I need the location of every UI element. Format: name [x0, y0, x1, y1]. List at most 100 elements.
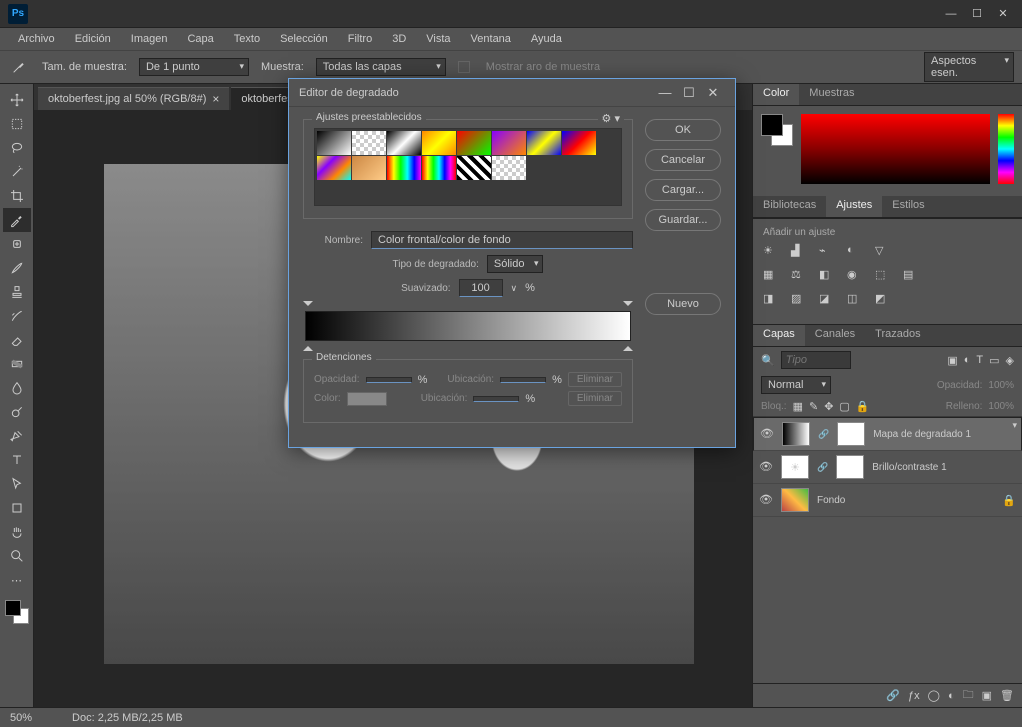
gradient-map-icon[interactable]: ◫	[847, 292, 865, 308]
filter-adj-icon[interactable]: ◐	[964, 354, 971, 367]
layer-filter-input[interactable]	[781, 351, 851, 369]
link-layers-icon[interactable]: 🔗	[886, 689, 900, 702]
preset-swatch[interactable]	[457, 156, 491, 180]
color-tab[interactable]: Color	[753, 84, 799, 105]
filter-image-icon[interactable]: ▣	[947, 354, 957, 367]
preset-swatch[interactable]	[352, 131, 386, 155]
preset-swatch[interactable]	[527, 131, 561, 155]
lock-brush-icon[interactable]: ✎	[809, 400, 818, 413]
color-stop[interactable]	[303, 341, 313, 351]
preset-swatch[interactable]	[387, 156, 421, 180]
menu-imagen[interactable]: Imagen	[121, 31, 178, 47]
new-button[interactable]: Nuevo	[645, 293, 721, 315]
mask-thumb[interactable]	[837, 422, 865, 446]
minimize-button[interactable]: —	[940, 5, 962, 23]
crop-tool[interactable]	[3, 184, 31, 208]
gradient-bar[interactable]	[305, 311, 631, 341]
menu-edicion[interactable]: Edición	[65, 31, 121, 47]
visibility-icon[interactable]: 👁	[760, 427, 774, 441]
group-icon[interactable]: 🗀	[963, 686, 974, 705]
posterize-icon[interactable]: ▨	[791, 292, 809, 308]
lock-pixels-icon[interactable]: ▦	[793, 400, 803, 413]
balance-icon[interactable]: ⚖	[791, 268, 809, 284]
document-tab[interactable]: oktoberfest.jpg al 50% (RGB/8#)×	[38, 87, 229, 110]
menu-archivo[interactable]: Archivo	[8, 31, 65, 47]
wand-tool[interactable]	[3, 160, 31, 184]
link-icon[interactable]: 🔗	[817, 462, 828, 473]
mask-icon[interactable]: ◯	[928, 689, 940, 702]
name-input[interactable]: Color frontal/color de fondo	[371, 231, 633, 249]
preset-swatch[interactable]	[387, 131, 421, 155]
preset-swatch[interactable]	[492, 131, 526, 155]
menu-vista[interactable]: Vista	[416, 31, 460, 47]
color-swatch[interactable]	[761, 114, 793, 146]
muestra-select[interactable]: Todas las capas	[316, 58, 446, 76]
filter-smart-icon[interactable]: ◈	[1006, 354, 1014, 367]
history-brush-tool[interactable]	[3, 304, 31, 328]
layer-name[interactable]: Fondo	[817, 495, 994, 506]
marquee-tool[interactable]	[3, 112, 31, 136]
cancel-button[interactable]: Cancelar	[645, 149, 721, 171]
visibility-icon[interactable]: 👁	[759, 493, 773, 507]
doc-size[interactable]: Doc: 2,25 MB/2,25 MB	[72, 712, 183, 724]
lut-icon[interactable]: ▤	[903, 268, 921, 284]
eraser-tool[interactable]	[3, 328, 31, 352]
ring-checkbox[interactable]	[458, 61, 470, 73]
presets-menu-icon[interactable]: ⚙ ▾	[598, 112, 624, 125]
mask-thumb[interactable]	[836, 455, 864, 479]
new-layer-icon[interactable]: ▣	[982, 689, 992, 702]
shape-tool[interactable]	[3, 496, 31, 520]
layer-row[interactable]: 👁 ☀ 🔗 Brillo/contraste 1	[753, 451, 1022, 484]
hue-icon[interactable]: ▦	[763, 268, 781, 284]
libraries-tab[interactable]: Bibliotecas	[753, 196, 826, 217]
hand-tool[interactable]	[3, 520, 31, 544]
color-swatches[interactable]	[3, 598, 31, 626]
pen-tool[interactable]	[3, 424, 31, 448]
vibrance-icon[interactable]: ▽	[875, 244, 893, 260]
preset-swatch[interactable]	[562, 131, 596, 155]
layer-row[interactable]: 👁 Fondo 🔒	[753, 484, 1022, 517]
remove-button[interactable]: Eliminar	[568, 372, 622, 387]
lock-move-icon[interactable]: ✥	[824, 400, 833, 413]
close-button[interactable]: ✕	[992, 5, 1014, 23]
dodge-tool[interactable]	[3, 400, 31, 424]
sample-size-select[interactable]: De 1 punto	[139, 58, 249, 76]
fx-icon[interactable]: ƒx	[908, 690, 920, 702]
lock-artboard-icon[interactable]: ▢	[839, 400, 849, 413]
threshold-icon[interactable]: ◪	[819, 292, 837, 308]
preset-swatch[interactable]	[317, 156, 351, 180]
location-input[interactable]	[473, 396, 519, 402]
preset-swatch[interactable]	[422, 156, 456, 180]
color-stop[interactable]	[623, 341, 633, 351]
type-tool[interactable]	[3, 448, 31, 472]
edit-toolbar[interactable]: ⋯	[3, 568, 31, 592]
load-button[interactable]: Cargar...	[645, 179, 721, 201]
opacity-input[interactable]	[366, 377, 412, 383]
photo-filter-icon[interactable]: ◉	[847, 268, 865, 284]
zoom-tool[interactable]	[3, 544, 31, 568]
brightness-icon[interactable]: ☀	[763, 244, 781, 260]
link-icon[interactable]: 🔗	[818, 429, 829, 440]
dialog-minimize-button[interactable]: —	[653, 85, 677, 100]
channels-tab[interactable]: Canales	[805, 325, 865, 346]
bw-icon[interactable]: ◧	[819, 268, 837, 284]
menu-filtro[interactable]: Filtro	[338, 31, 382, 47]
preset-swatch[interactable]	[352, 156, 386, 180]
type-select[interactable]: Sólido	[487, 255, 544, 273]
adjustments-tab[interactable]: Ajustes	[826, 196, 882, 217]
preset-swatch[interactable]	[317, 131, 351, 155]
blend-mode-select[interactable]: Normal	[761, 376, 831, 394]
lasso-tool[interactable]	[3, 136, 31, 160]
opacity-stop[interactable]	[303, 301, 313, 311]
fill-value[interactable]: 100%	[988, 401, 1014, 412]
tool-indicator-icon[interactable]	[8, 56, 30, 78]
layer-thumb[interactable]	[782, 422, 810, 446]
layer-thumb[interactable]	[781, 488, 809, 512]
filter-type-icon[interactable]: T	[976, 354, 983, 367]
location-input[interactable]	[500, 377, 546, 383]
tab-close-icon[interactable]: ×	[212, 92, 219, 106]
preset-swatch[interactable]	[422, 131, 456, 155]
preset-swatch[interactable]	[492, 156, 526, 180]
blur-tool[interactable]	[3, 376, 31, 400]
eyedropper-tool[interactable]	[3, 208, 31, 232]
